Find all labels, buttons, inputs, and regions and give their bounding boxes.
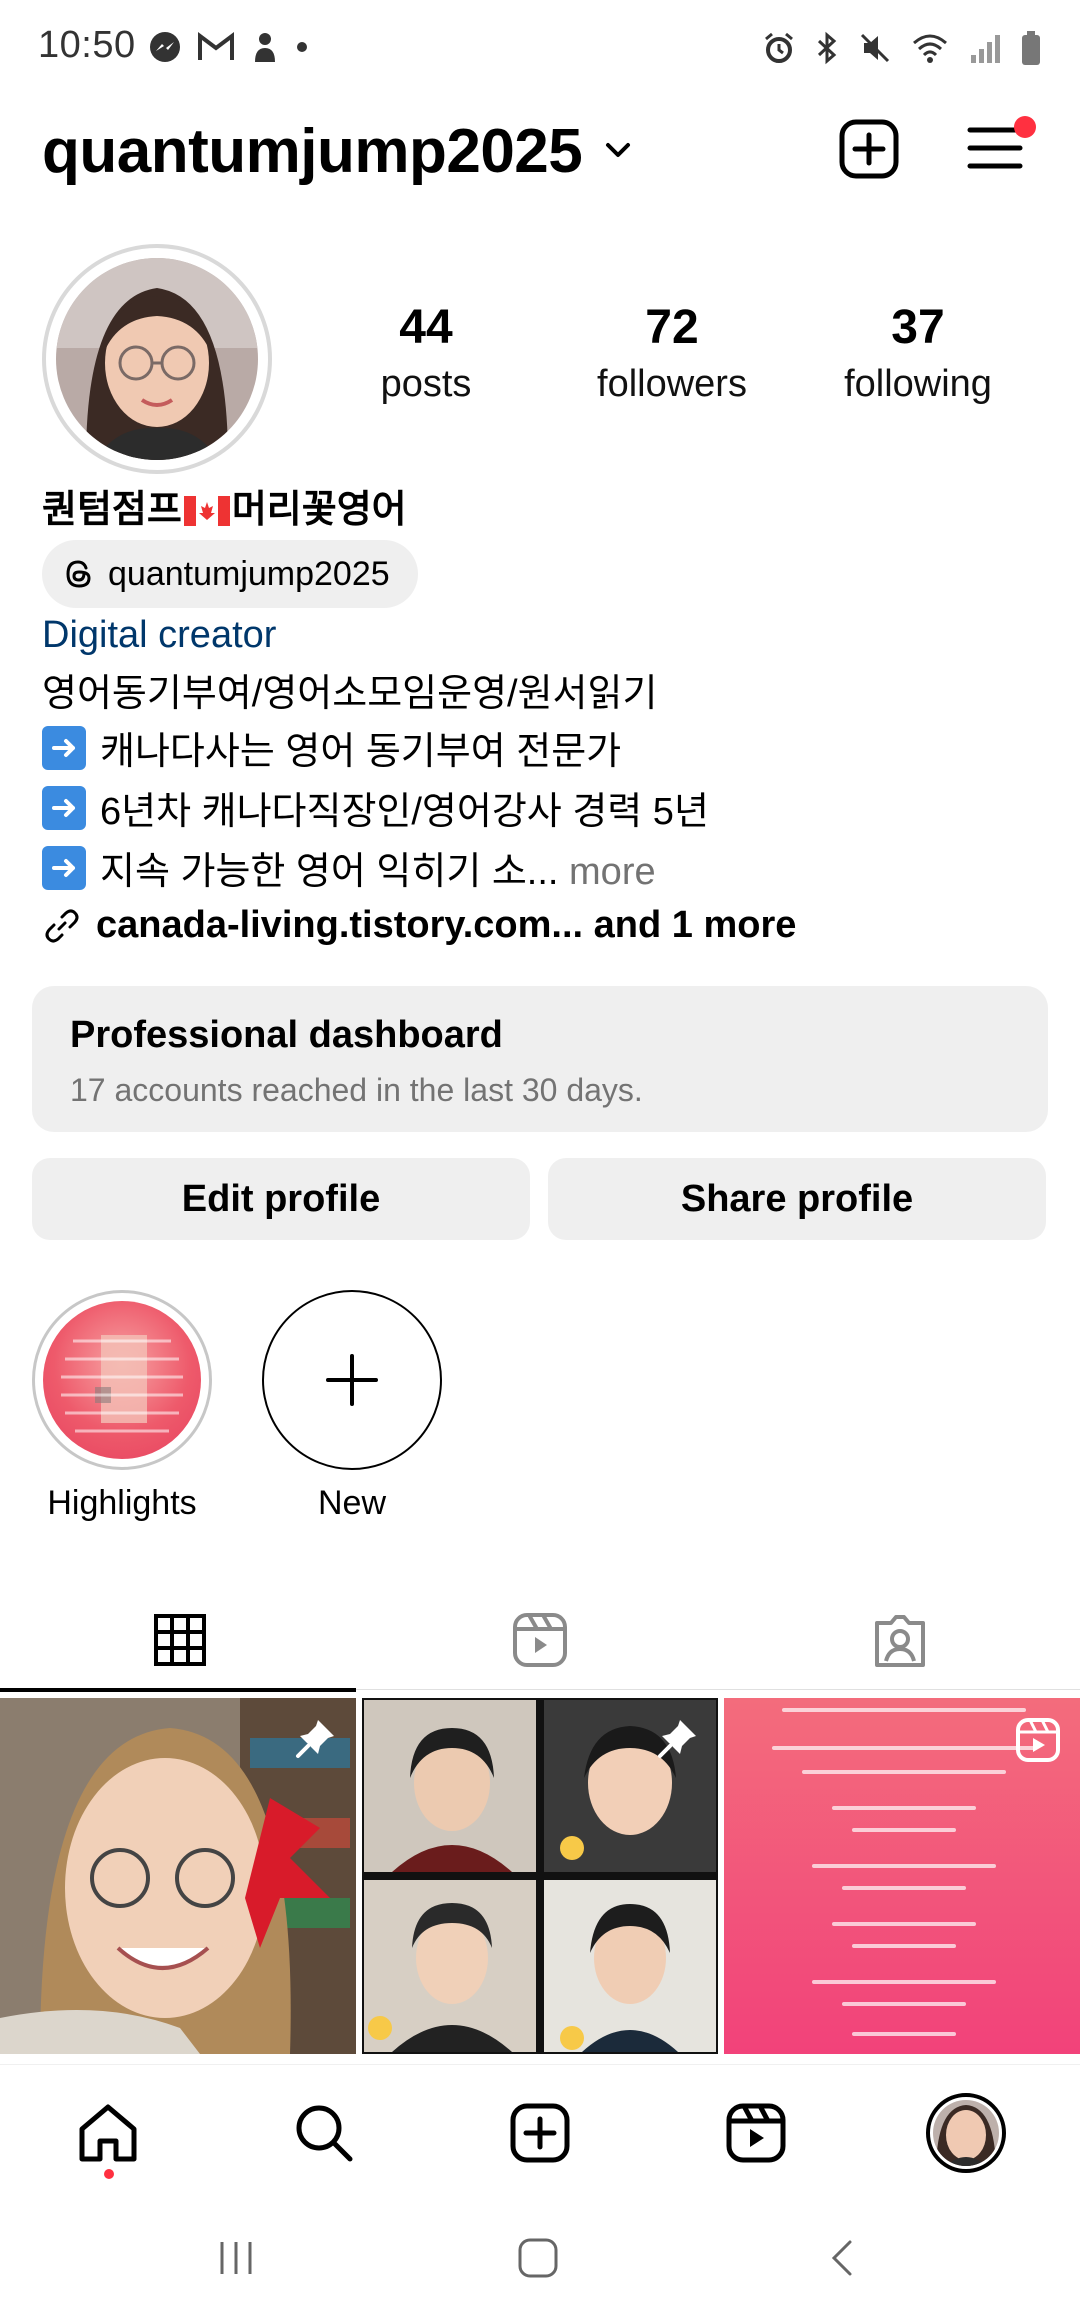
battery-icon (1022, 31, 1040, 65)
person-icon (255, 33, 275, 62)
home-icon (79, 2104, 137, 2162)
tab-reels[interactable] (360, 1590, 720, 1690)
dashboard-subtitle: 17 accounts reached in the last 30 days. (70, 1072, 643, 1108)
nav-create[interactable] (500, 2093, 580, 2173)
tab-tagged[interactable] (720, 1590, 1080, 1690)
notification-dot (1014, 116, 1036, 138)
pin-icon (296, 1720, 334, 1758)
followers-count[interactable]: 72 followers (572, 300, 772, 406)
profile-link[interactable]: canada-living.tistory.com... and 1 more (42, 904, 796, 947)
profile-header: quantumjump2025 (0, 108, 1080, 192)
link-icon (45, 909, 79, 942)
nav-profile[interactable] (926, 2093, 1006, 2173)
username-switcher[interactable]: quantumjump2025 (42, 116, 583, 187)
signal-icon (971, 35, 1000, 63)
professional-dashboard[interactable]: Professional dashboard 17 accounts reach… (32, 986, 1048, 1132)
new-highlight-button[interactable]: New (262, 1290, 442, 1523)
system-navigation (0, 2196, 1080, 2316)
chevron-down-icon[interactable] (600, 132, 636, 168)
reels-icon (726, 2103, 786, 2163)
canada-flag-icon (183, 496, 230, 526)
plus-icon (326, 1354, 378, 1406)
arrow-right-icon (42, 785, 86, 830)
messenger-icon (150, 32, 180, 62)
posts-grid (0, 1698, 1080, 2058)
profile-avatar (926, 2093, 1006, 2173)
gmail-icon (198, 32, 234, 60)
nav-search[interactable] (284, 2093, 364, 2173)
create-button[interactable] (838, 118, 900, 180)
reels-icon (513, 1613, 567, 1667)
arrow-right-icon (42, 845, 86, 890)
bio-line: 지속 가능한 영어 익히기 소... more (42, 840, 656, 895)
bottom-navigation (0, 2064, 1080, 2194)
mute-icon (860, 33, 890, 63)
threads-badge[interactable]: quantumjump2025 (42, 540, 418, 608)
bio-more-link[interactable]: more (558, 851, 656, 893)
bio-line: 영어동기부여/영어소모임운영/원서읽기 (42, 673, 658, 715)
post-thumbnail[interactable] (724, 1698, 1080, 2054)
post-thumbnail[interactable] (362, 1698, 718, 2054)
bluetooth-icon (817, 31, 837, 65)
tab-posts[interactable] (0, 1590, 360, 1692)
dot-icon (297, 42, 307, 52)
nav-home[interactable] (68, 2093, 148, 2173)
profile-category: Digital creator (42, 614, 277, 656)
highlight-item[interactable]: Highlights (32, 1290, 212, 1523)
home-icon[interactable] (516, 2236, 560, 2280)
back-icon[interactable] (822, 2236, 866, 2280)
following-count[interactable]: 37 following (818, 300, 1018, 406)
dashboard-title: Professional dashboard (70, 1014, 503, 1056)
reel-badge-icon (1016, 1718, 1060, 1762)
highlight-cover (43, 1301, 201, 1459)
nav-reels[interactable] (716, 2093, 796, 2173)
status-time: 10:50 (38, 24, 136, 66)
avatar (56, 258, 258, 460)
recents-icon[interactable] (214, 2236, 258, 2280)
posts-grid-icon (154, 1614, 206, 1666)
posts-count[interactable]: 44 posts (326, 300, 526, 406)
bio-line: 6년차 캐나다직장인/영어강사 경력 5년 (42, 780, 709, 835)
status-bar: 10:50 (0, 0, 1080, 96)
post-thumbnail[interactable] (0, 1698, 356, 2054)
bio-line: 캐나다사는 영어 동기부여 전문가 (42, 720, 621, 775)
arrow-right-icon (42, 725, 86, 770)
highlight-label: New (317, 1484, 387, 1522)
display-name: 퀀텀점프 머리꽃영어 (42, 489, 407, 531)
tagged-icon (875, 1615, 925, 1667)
alarm-icon (765, 32, 793, 63)
pin-icon (658, 1720, 696, 1758)
threads-icon (66, 560, 91, 588)
notification-dot (104, 2169, 114, 2179)
profile-tabs (0, 1590, 1080, 1692)
create-icon (510, 2103, 570, 2163)
highlight-label: Highlights (47, 1484, 197, 1522)
profile-avatar[interactable] (42, 244, 272, 474)
edit-profile-button[interactable]: Edit profile (32, 1158, 530, 1240)
search-icon (296, 2105, 353, 2162)
share-profile-button[interactable]: Share profile (548, 1158, 1046, 1240)
wifi-icon (913, 34, 947, 63)
